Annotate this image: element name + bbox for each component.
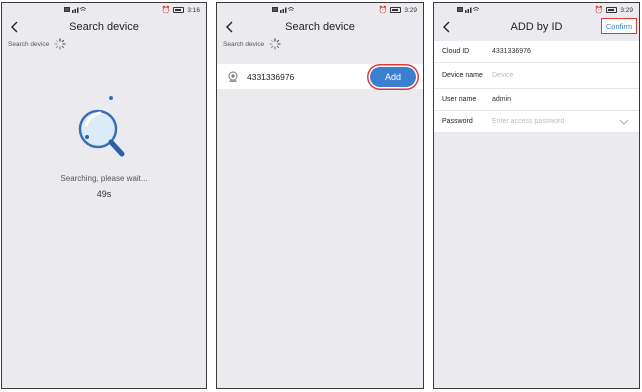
battery-icon: [390, 7, 402, 13]
password-label: Password: [442, 118, 473, 125]
nav-bar: Search device: [2, 17, 206, 37]
page-title: Search device: [69, 21, 139, 33]
page-title: Search device: [285, 21, 355, 33]
nav-bar: Search device: [217, 17, 423, 37]
nav-bar: ADD by ID Confirm: [434, 17, 639, 37]
search-status-row: Search device: [217, 37, 423, 51]
cloud-id-row[interactable]: Cloud ID 4331336976: [434, 41, 639, 63]
loading-spinner-icon: [54, 38, 66, 50]
signal-wifi-icon: [272, 6, 294, 13]
search-status-row: Search device: [2, 37, 206, 51]
add-by-id-form: Cloud ID 4331336976 Device name Device U…: [434, 41, 639, 133]
device-name-label: Device name: [442, 72, 483, 79]
back-arrow-icon[interactable]: [225, 19, 239, 35]
status-time: 3:29: [404, 6, 417, 14]
signal-wifi-icon: [457, 6, 479, 13]
device-id: 4331336976: [247, 71, 295, 82]
signal-wifi-icon: [64, 6, 86, 13]
status-time: 3:29: [620, 6, 633, 14]
search-device-label: Search device: [223, 40, 265, 48]
back-arrow-icon[interactable]: [10, 19, 24, 35]
phone-screen-device-found: ⏰ 3:29 Search device Search device 43313…: [216, 2, 424, 389]
camera-device-icon: [228, 71, 238, 82]
alarm-icon: ⏰: [594, 7, 604, 14]
user-name-row[interactable]: User name admin: [434, 89, 639, 111]
back-arrow-icon[interactable]: [442, 19, 456, 35]
status-bar: ⏰ 3:29: [434, 3, 639, 17]
battery-icon: [606, 7, 618, 13]
cloud-id-label: Cloud ID: [442, 48, 470, 55]
user-name-label: User name: [442, 96, 477, 103]
password-row[interactable]: Password Enter access password: [434, 111, 639, 133]
alarm-icon: ⏰: [161, 7, 171, 14]
phone-screen-searching: ⏰ 3:16 Search device Search device Searc…: [1, 2, 207, 389]
searching-panel: Searching, please wait... 49s: [2, 91, 206, 199]
password-field[interactable]: Enter access password: [492, 118, 619, 125]
add-device-button[interactable]: Add: [370, 67, 416, 87]
cloud-id-field[interactable]: 4331336976: [492, 48, 639, 55]
chevron-down-icon[interactable]: [619, 119, 629, 125]
magnifier-icon: [78, 96, 125, 157]
alarm-icon: ⏰: [378, 7, 388, 14]
searching-message: Searching, please wait...: [60, 174, 148, 183]
confirm-button[interactable]: Confirm: [601, 18, 637, 34]
status-bar: ⏰ 3:29: [217, 3, 423, 17]
status-bar: ⏰ 3:16: [2, 3, 206, 17]
battery-icon: [173, 7, 185, 13]
phone-screen-add-by-id: ⏰ 3:29 ADD by ID Confirm Cloud ID 433133…: [433, 2, 640, 389]
device-list-item[interactable]: 4331336976 Add: [217, 64, 423, 89]
status-time: 3:16: [187, 6, 200, 14]
search-device-label: Search device: [8, 40, 50, 48]
device-name-field[interactable]: Device: [492, 72, 639, 79]
page-title: ADD by ID: [510, 21, 563, 33]
loading-spinner-icon: [269, 38, 281, 50]
device-name-row[interactable]: Device name Device: [434, 63, 639, 89]
user-name-field[interactable]: admin: [492, 96, 639, 103]
search-timer: 49s: [96, 189, 112, 199]
